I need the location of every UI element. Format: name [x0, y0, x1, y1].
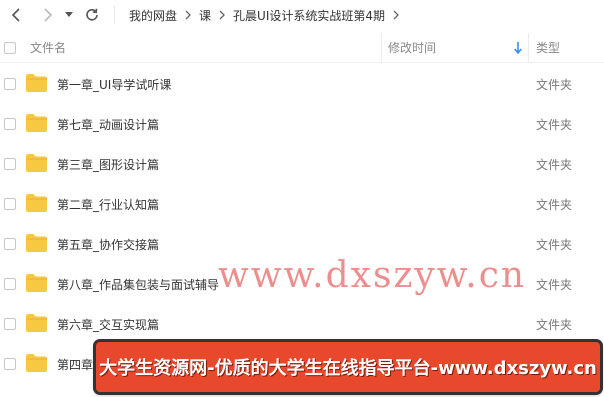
breadcrumb-item-course[interactable]: 课 [199, 7, 211, 24]
file-name[interactable]: 第六章_交互实现篇 [57, 316, 159, 333]
refresh-icon [86, 8, 98, 21]
select-all-checkbox[interactable] [4, 41, 16, 54]
folder-icon [26, 274, 47, 292]
breadcrumb: 我的网盘 课 孔晨UI设计系统实战班第4期 [114, 6, 407, 24]
navigation-toolbar: 我的网盘 课 孔晨UI设计系统实战班第4期 [0, 0, 604, 30]
row-checkbox[interactable] [4, 158, 16, 170]
file-name[interactable]: 第三章_图形设计篇 [57, 156, 159, 173]
chevron-right-icon [185, 10, 191, 20]
row-checkbox[interactable] [4, 318, 16, 330]
folder-icon [26, 354, 47, 372]
column-header-type[interactable]: 类型 [536, 39, 560, 56]
file-type: 文件夹 [536, 238, 573, 252]
breadcrumb-item-my-drive[interactable]: 我的网盘 [129, 7, 177, 24]
column-header-modified-time-label: 修改时间 [388, 41, 437, 55]
row-checkbox[interactable] [4, 278, 16, 290]
chevron-left-icon [11, 8, 20, 22]
file-type: 文件夹 [536, 78, 573, 92]
file-name[interactable]: 第四章 [57, 356, 93, 373]
file-type: 文件夹 [536, 198, 573, 212]
refresh-button[interactable] [78, 1, 106, 29]
file-row[interactable]: 第二章_行业认知篇 文件夹 [0, 184, 604, 224]
file-row[interactable]: 第一章_UI导学试听课 文件夹 [0, 64, 604, 104]
chevron-right-icon [44, 8, 53, 22]
caret-down-icon [65, 12, 73, 17]
row-checkbox[interactable] [4, 198, 16, 210]
folder-icon [26, 234, 47, 252]
folder-icon [26, 74, 47, 92]
folder-icon [26, 194, 47, 212]
back-button[interactable] [2, 1, 30, 29]
chevron-right-icon [219, 10, 225, 20]
file-name[interactable]: 第一章_UI导学试听课 [57, 76, 171, 93]
file-row[interactable]: 第七章_动画设计篇 文件夹 [0, 104, 604, 144]
file-type: 文件夹 [536, 118, 573, 132]
row-checkbox[interactable] [4, 118, 16, 130]
file-type: 文件夹 [536, 318, 573, 332]
file-type: 文件夹 [536, 278, 573, 292]
file-name[interactable]: 第七章_动画设计篇 [57, 116, 159, 133]
file-row[interactable]: 第三章_图形设计篇 文件夹 [0, 144, 604, 184]
arrow-down-icon [514, 41, 522, 54]
folder-icon [26, 154, 47, 172]
watermark-text: www.dxszyw.cn [218, 255, 527, 296]
file-name[interactable]: 第五章_协作交接篇 [57, 236, 159, 253]
folder-icon [26, 314, 47, 332]
folder-icon [26, 114, 47, 132]
row-checkbox[interactable] [4, 78, 16, 90]
history-dropdown-button[interactable] [62, 1, 76, 29]
row-checkbox[interactable] [4, 358, 16, 370]
file-row[interactable]: 第六章_交互实现篇 文件夹 [0, 304, 604, 344]
column-header-name[interactable]: 文件名 [30, 39, 66, 56]
row-checkbox[interactable] [4, 238, 16, 250]
promo-banner: 大学生资源网-优质的大学生在线指导平台-www.dxszyw.cn [96, 342, 600, 392]
promo-banner-text: 大学生资源网-优质的大学生在线指导平台-www.dxszyw.cn [99, 358, 597, 379]
column-header-modified-time[interactable]: 修改时间 [381, 32, 529, 63]
breadcrumb-item-current-folder[interactable]: 孔晨UI设计系统实战班第4期 [233, 7, 385, 24]
file-name[interactable]: 第二章_行业认知篇 [57, 196, 159, 213]
file-list-header: 文件名 修改时间 类型 [0, 32, 604, 63]
file-type: 文件夹 [536, 158, 573, 172]
forward-button[interactable] [34, 1, 62, 29]
file-name[interactable]: 第八章_作品集包装与面试辅导 [57, 276, 219, 293]
chevron-right-icon[interactable] [393, 10, 399, 20]
